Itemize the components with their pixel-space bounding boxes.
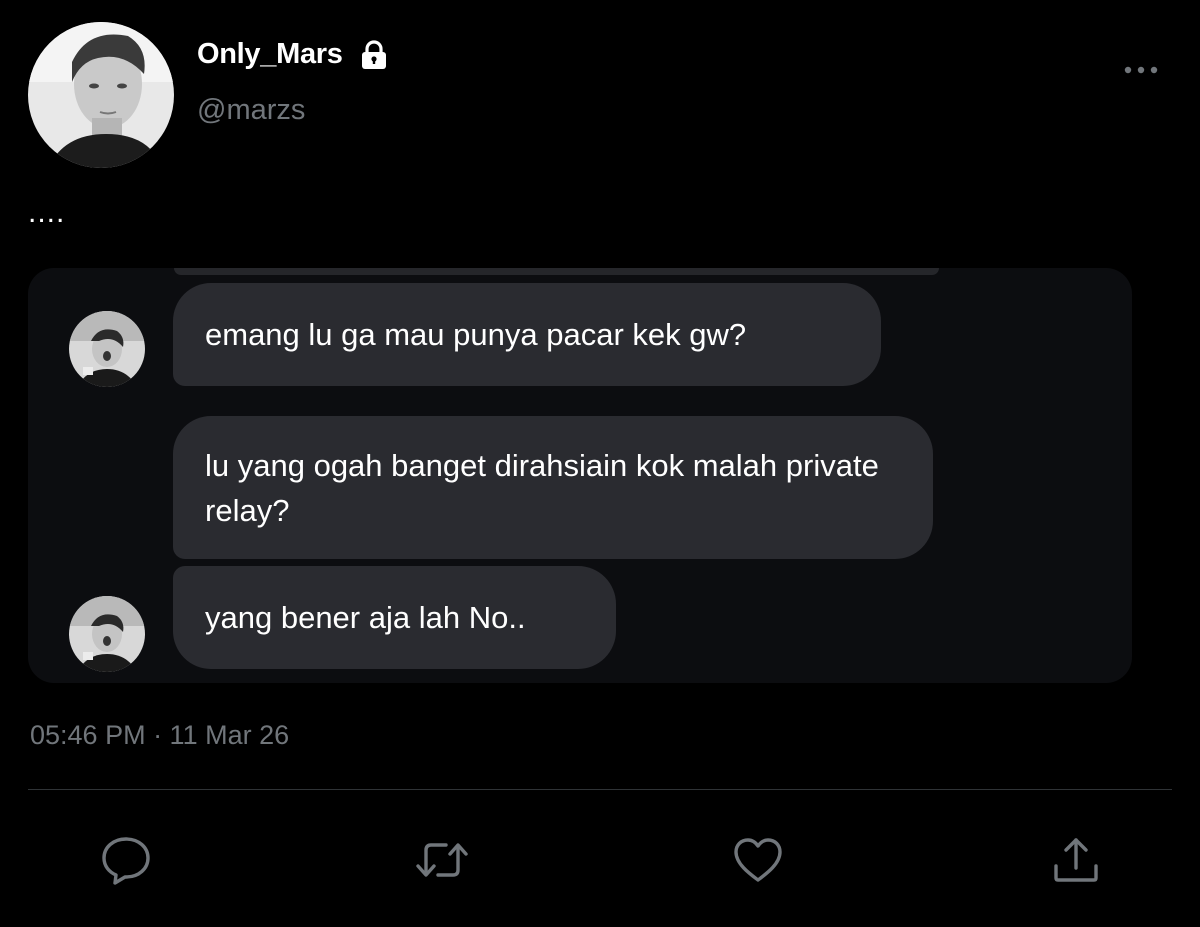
chat-avatar	[69, 311, 145, 387]
more-options-button[interactable]	[1118, 56, 1164, 84]
retweet-icon	[416, 843, 468, 877]
share-button[interactable]	[1046, 830, 1106, 890]
divider	[28, 789, 1172, 790]
retweet-button[interactable]	[412, 830, 472, 890]
profile-avatar[interactable]	[28, 22, 174, 168]
profile-photo	[28, 22, 174, 168]
chat-message: yang bener aja lah No..	[173, 566, 616, 669]
display-name[interactable]: Only_Mars	[197, 38, 343, 71]
chat-message: lu yang ogah banget dirahsiain kok malah…	[173, 416, 933, 559]
like-button[interactable]	[728, 830, 788, 890]
tweet-timestamp[interactable]: 05:46 PM · 11 Mar 26	[30, 720, 289, 751]
reply-button[interactable]	[96, 830, 156, 890]
user-handle[interactable]: @marzs	[197, 94, 305, 127]
previous-message-edge	[174, 268, 939, 275]
share-upload-icon	[1054, 838, 1098, 882]
chat-message: emang lu ga mau punya pacar kek gw?	[173, 283, 881, 386]
lock-icon	[358, 39, 390, 71]
tweet-text: ....	[28, 196, 66, 229]
speech-bubble-icon	[102, 837, 150, 885]
tweet-media-image[interactable]: emang lu ga mau punya pacar kek gw? lu y…	[28, 268, 1132, 683]
chat-avatar	[69, 596, 145, 672]
more-horizontal-icon	[1124, 66, 1158, 74]
heart-icon	[734, 838, 782, 882]
